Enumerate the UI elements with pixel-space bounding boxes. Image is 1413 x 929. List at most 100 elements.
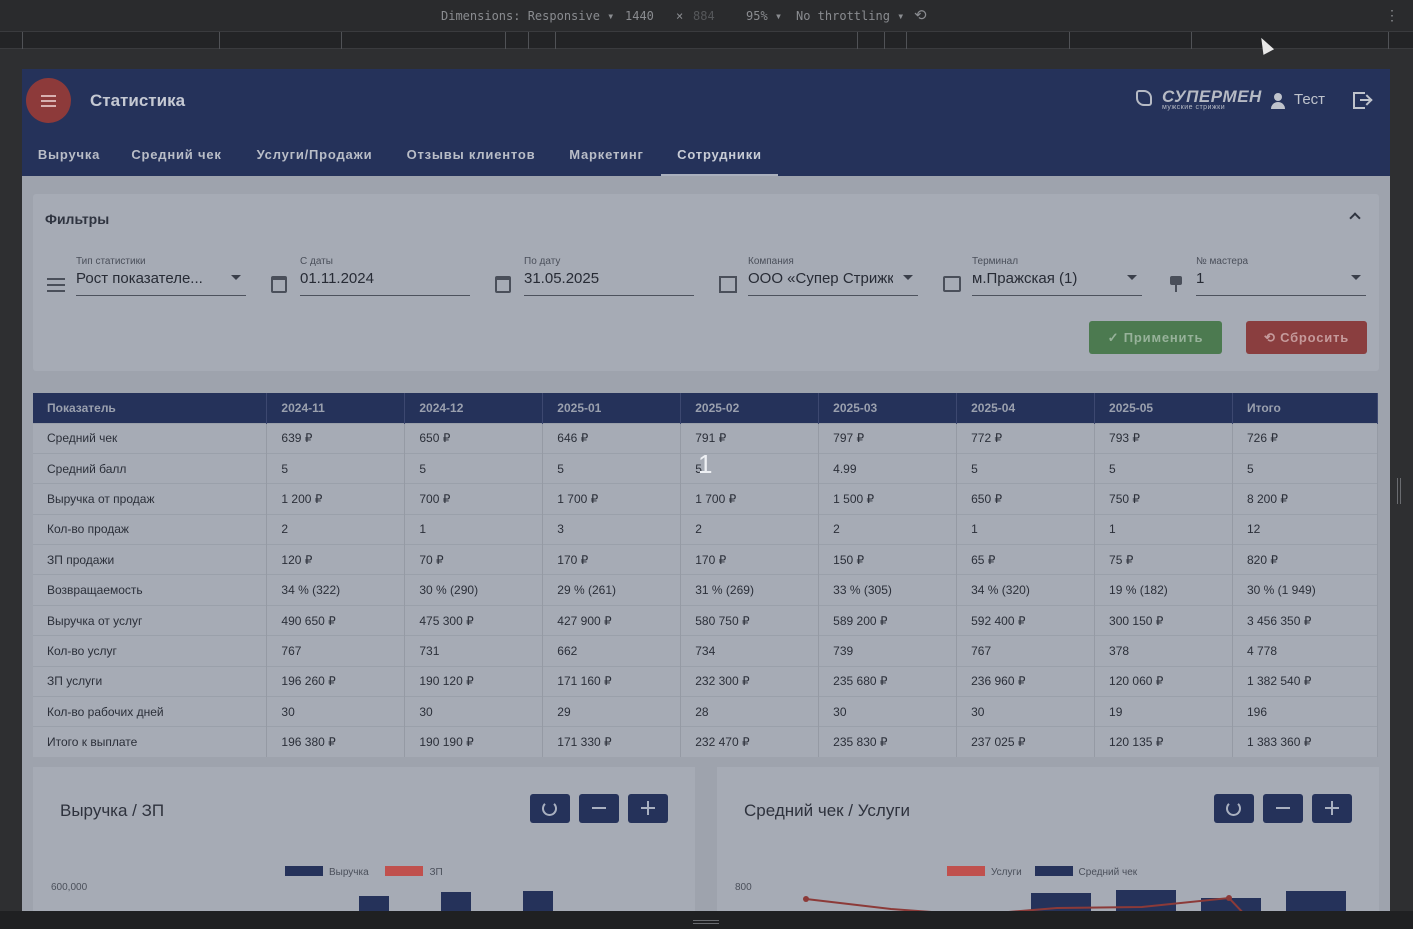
table-row: ЗП услуги 196 260 ₽190 120 ₽171 160 ₽232 … [33, 665, 1379, 697]
chart-bar [359, 896, 389, 911]
table-cell: 300 150 ₽ [1094, 604, 1233, 636]
table-cell: 750 ₽ [1094, 483, 1233, 515]
table-cell: 235 830 ₽ [818, 726, 958, 758]
metric-name-cell: Кол-во продаж [33, 513, 268, 545]
calendar-icon [495, 276, 511, 293]
table-row: Выручка от продаж 1 200 ₽700 ₽1 700 ₽1 70… [33, 483, 1379, 515]
times-sign: × [676, 9, 684, 23]
chart-zoom-in-button[interactable] [1312, 794, 1352, 823]
legend-swatch [285, 866, 323, 876]
table-row: Кол-во рабочих дней 30 30 29 28 30 30 19 196 [33, 696, 1379, 727]
legend-label: Средний чек [1078, 867, 1138, 878]
terminal-select[interactable]: Терминал м.Пражская (1) [943, 256, 1143, 296]
table-header: 2025-04 [956, 393, 1096, 423]
resize-grip-icon[interactable] [693, 920, 719, 924]
table-cell: 475 300 ₽ [404, 604, 544, 636]
table-cell: 190 120 ₽ [404, 665, 544, 697]
tab-reviews[interactable]: Отзывы клиентов [405, 136, 537, 176]
table-cell: 639 ₽ [266, 422, 406, 454]
date-from-field[interactable]: С даты 01.11.2024 [271, 256, 471, 296]
terminal-value: м.Пражская (1) [972, 270, 1078, 287]
throttling-label: No throttling [796, 9, 890, 23]
master-select[interactable]: № мастера 1 [1167, 256, 1367, 296]
stat-type-value: Рост показателе... [76, 270, 203, 287]
chart-zoom-out-button[interactable] [1263, 794, 1303, 823]
table-cell: 731 [404, 635, 544, 667]
stats-table: Показатель 2024-11 2024-12 2025-01 2025-… [33, 393, 1379, 758]
dimensions-select[interactable]: Dimensions: Responsive ▾ [441, 9, 614, 23]
metric-name-cell: ЗП продажи [33, 544, 268, 575]
tab-average-check[interactable]: Средний чек [130, 136, 223, 176]
table-cell: 820 ₽ [1232, 544, 1379, 575]
stats-table-container: Показатель 2024-11 2024-12 2025-01 2025-… [33, 393, 1379, 758]
table-cell: 75 ₽ [1094, 544, 1233, 575]
stat-type-label: Тип статистики [76, 256, 146, 267]
more-options-icon[interactable]: ⋮ [1385, 8, 1399, 24]
logout-icon[interactable] [1353, 92, 1373, 109]
chart-bar [441, 892, 471, 911]
menu-button[interactable] [26, 78, 71, 123]
width-input[interactable]: 1440 [625, 9, 654, 23]
table-cell: 490 650 ₽ [266, 604, 406, 636]
table-cell: 237 025 ₽ [956, 726, 1096, 758]
table-cell: 3 [542, 513, 682, 545]
table-cell: 2 [266, 513, 406, 545]
tab-marketing[interactable]: Маркетинг [567, 136, 646, 176]
table-row: ЗП продажи 120 ₽70 ₽170 ₽170 ₽150 ₽65 ₽75… [33, 544, 1379, 575]
table-cell: 30 % (1 949) [1232, 574, 1379, 606]
chart-zoom-out-button[interactable] [579, 794, 619, 823]
chart-bar [523, 891, 553, 911]
table-cell: 8 200 ₽ [1232, 483, 1379, 515]
table-cell: 34 % (322) [266, 574, 406, 606]
table-cell: 33 % (305) [818, 574, 958, 606]
tab-employees[interactable]: Сотрудники [661, 136, 778, 176]
table-cell: 1 700 ₽ [542, 483, 682, 515]
table-cell: 700 ₽ [404, 483, 544, 515]
chart-title: Средний чек / Услуги [744, 801, 911, 820]
metric-name-cell: Средний балл [33, 452, 268, 484]
devtools-toolbar: Dimensions: Responsive ▾ 1440 × 884 95% … [0, 0, 1413, 31]
table-cell: 5 [542, 452, 682, 484]
company-select[interactable]: Компания ООО «Супер Стрижк [719, 256, 919, 296]
table-cell: 739 [818, 635, 958, 667]
legend-swatch [385, 866, 424, 876]
collapse-chevron-icon[interactable] [1349, 212, 1361, 224]
table-cell: 235 680 ₽ [818, 665, 958, 697]
chart-zoom-in-button[interactable] [628, 794, 668, 823]
tab-revenue[interactable]: Выручка [37, 136, 101, 176]
metric-name-cell: Возвращаемость [33, 574, 268, 606]
stat-type-select[interactable]: Тип статистики Рост показателе... [47, 256, 247, 296]
table-cell: 1 382 540 ₽ [1232, 665, 1379, 697]
chart-reset-zoom-button[interactable] [530, 794, 570, 823]
table-header: 2025-01 [542, 393, 682, 423]
company-label: Компания [748, 256, 794, 267]
tab-services-sales[interactable]: Услуги/Продажи [253, 136, 376, 176]
height-input[interactable]: 884 [693, 9, 715, 23]
table-cell: 1 500 ₽ [818, 483, 958, 515]
avgcheck-services-chart: Средний чек / Услуги Услуги Средний чек … [717, 767, 1379, 911]
page-viewport: Статистика СУПЕРМЕН мужские стрижки Тест… [22, 69, 1390, 911]
resize-handle[interactable] [1397, 478, 1401, 504]
zoom-select[interactable]: 95% ▾ [746, 9, 782, 23]
rotate-icon[interactable]: ⟲ [914, 6, 927, 24]
check-icon: ✓ [1107, 330, 1124, 345]
table-header: 2025-05 [1094, 393, 1233, 423]
table-cell: 1 200 ₽ [266, 483, 406, 515]
terminal-label: Терминал [972, 256, 1019, 267]
table-cell: 2 [680, 513, 820, 545]
throttling-select[interactable]: No throttling ▾ [796, 9, 904, 23]
apply-button[interactable]: ✓ Применить [1089, 321, 1222, 354]
table-row: Возвращаемость 34 % (322) 30 % (290) 29 % (… [33, 574, 1379, 606]
table-cell: 190 190 ₽ [404, 726, 544, 758]
reset-icon: ⟲ [1263, 330, 1281, 345]
reset-button[interactable]: ⟲ Сбросить [1246, 321, 1367, 354]
chart-reset-zoom-button[interactable] [1214, 794, 1254, 823]
user-icon [1270, 93, 1286, 109]
table-cell: 1 [956, 513, 1096, 545]
legend-label: Услуги [991, 867, 1022, 878]
table-cell: 1 [404, 513, 544, 545]
table-cell: 5 [1232, 452, 1379, 484]
table-cell: 793 ₽ [1094, 422, 1233, 454]
date-to-field[interactable]: По дату 31.05.2025 [495, 256, 695, 296]
dropdown-caret-icon [1351, 275, 1361, 280]
